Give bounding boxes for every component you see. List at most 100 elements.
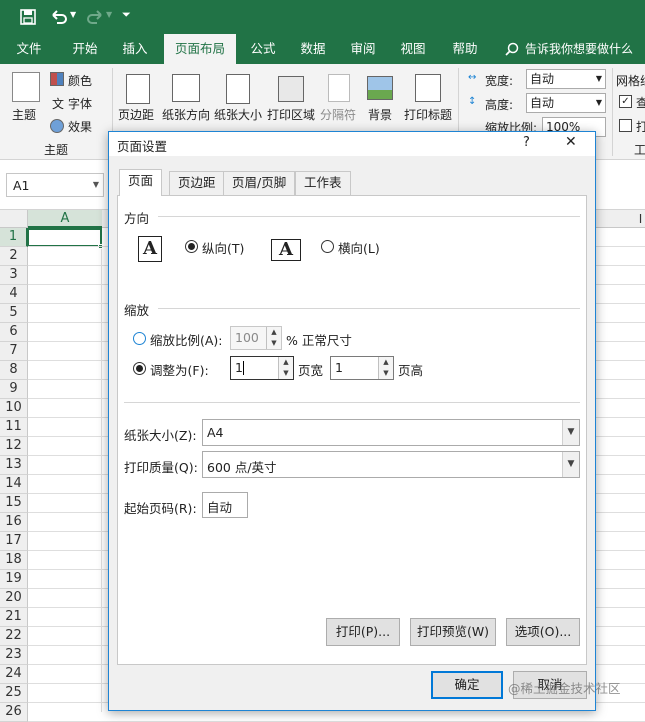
portrait-label[interactable]: 纵向(T) [202,238,244,257]
row-header[interactable]: 1 [0,228,28,247]
spin-down-icon[interactable]: ▼ [279,368,293,379]
colors-button[interactable]: 颜色 [68,72,92,89]
print-preview-button[interactable]: 打印预览(W) [410,618,496,646]
tab-insert[interactable]: 插入 [112,34,158,64]
row-header[interactable]: 4 [0,285,28,304]
tab-home[interactable]: 开始 [60,34,110,64]
row-header[interactable]: 10 [0,399,28,418]
row-header[interactable]: 22 [0,627,28,646]
row-header[interactable]: 6 [0,323,28,342]
pages-wide-spinner[interactable]: 1 ▲ ▼ [230,356,294,380]
height-select[interactable]: 自动 ▼ [526,93,606,113]
row-header[interactable]: 17 [0,532,28,551]
scaling-section-label: 缩放 [124,303,150,318]
tab-page[interactable]: 页面 [119,169,163,196]
dialog-title-bar: 页面设置 ? ✕ [109,132,595,156]
orientation-icon[interactable] [172,74,200,102]
effects-icon[interactable] [50,119,64,133]
row-header[interactable]: 25 [0,684,28,703]
row-header[interactable]: 5 [0,304,28,323]
name-box[interactable]: A1 ▼ [6,173,104,197]
tab-file[interactable]: 文件 [6,34,52,64]
tab-sheet[interactable]: 工作表 [295,171,351,195]
paper-size-select[interactable]: A4 ▼ [202,419,580,446]
tell-me-box[interactable]: 告诉我你想要做什么 [525,34,633,64]
row-header[interactable]: 2 [0,247,28,266]
adjust-to-label[interactable]: 缩放比例(A): [150,330,223,349]
portrait-radio[interactable] [185,240,198,253]
undo-icon[interactable] [50,8,68,26]
spin-down-icon[interactable]: ▼ [379,368,393,379]
customize-icon[interactable]: ⏷ [122,8,131,22]
pages-tall-spinner[interactable]: 1 ▲ ▼ [330,356,394,380]
tab-header-footer[interactable]: 页眉/页脚 [223,171,296,195]
tab-help[interactable]: 帮助 [442,34,488,64]
search-icon[interactable] [505,42,519,56]
row-header[interactable]: 3 [0,266,28,285]
row-header[interactable]: 19 [0,570,28,589]
margins-button[interactable]: 页边距 [118,106,154,123]
print-quality-select[interactable]: 600 点/英寸 ▼ [202,451,580,478]
options-button[interactable]: 选项(O)... [506,618,580,646]
select-all-corner[interactable] [0,210,28,228]
row-header[interactable]: 7 [0,342,28,361]
fit-to-label[interactable]: 调整为(F): [150,360,209,379]
background-icon[interactable] [367,76,393,100]
redo-icon [87,10,102,24]
print-area-button[interactable]: 打印区域 [267,106,315,123]
tab-page-layout[interactable]: 页面布局 [164,34,236,64]
first-page-number-input[interactable]: 自动 [202,492,248,518]
background-button[interactable]: 背景 [368,106,392,123]
column-header-a[interactable]: A [28,210,102,228]
undo-dropdown-icon[interactable]: ▼ [70,10,76,19]
row-header[interactable]: 15 [0,494,28,513]
print-titles-button[interactable]: 打印标题 [404,106,452,123]
active-cell-a1[interactable] [27,228,102,247]
help-button[interactable]: ? [523,135,530,150]
themes-button[interactable]: 主题 [12,106,36,123]
row-header[interactable]: 18 [0,551,28,570]
row-header[interactable]: 26 [0,703,28,722]
portrait-icon: A [138,236,162,262]
row-header[interactable]: 11 [0,418,28,437]
tab-formulas[interactable]: 公式 [240,34,286,64]
spin-up-icon[interactable]: ▲ [379,357,393,368]
ok-button[interactable]: 确定 [431,671,503,699]
landscape-label[interactable]: 横向(L) [338,238,380,257]
effects-button[interactable]: 效果 [68,118,92,135]
row-header[interactable]: 20 [0,589,28,608]
tab-data[interactable]: 数据 [290,34,336,64]
spin-up-icon[interactable]: ▲ [279,357,293,368]
print-area-icon[interactable] [278,76,304,102]
size-button[interactable]: 纸张大小 [214,106,262,123]
themes-icon[interactable] [12,72,40,102]
print-titles-icon[interactable] [415,74,441,102]
adjust-to-radio[interactable] [133,332,146,345]
row-header[interactable]: 12 [0,437,28,456]
gridlines-print-checkbox[interactable] [619,119,632,132]
fit-to-radio[interactable] [133,362,146,375]
row-header[interactable]: 16 [0,513,28,532]
orientation-button[interactable]: 纸张方向 [162,106,210,123]
print-button[interactable]: 打印(P)... [326,618,400,646]
row-header[interactable]: 21 [0,608,28,627]
tab-view[interactable]: 视图 [390,34,436,64]
tab-margins[interactable]: 页边距 [169,171,225,195]
size-icon[interactable] [226,74,250,104]
row-header[interactable]: 13 [0,456,28,475]
row-header[interactable]: 23 [0,646,28,665]
row-header[interactable]: 9 [0,380,28,399]
colors-icon[interactable] [50,72,64,86]
tab-review[interactable]: 审阅 [340,34,386,64]
landscape-radio[interactable] [321,240,334,253]
margins-icon[interactable] [126,74,150,104]
row-header[interactable]: 8 [0,361,28,380]
width-select[interactable]: 自动 ▼ [526,69,606,89]
column-header-i[interactable]: I [636,210,645,228]
fonts-button[interactable]: 字体 [68,95,92,112]
close-icon[interactable]: ✕ [565,134,577,150]
row-header[interactable]: 14 [0,475,28,494]
save-icon[interactable] [20,9,36,25]
row-header[interactable]: 24 [0,665,28,684]
gridlines-view-checkbox[interactable]: ✓ [619,95,632,108]
